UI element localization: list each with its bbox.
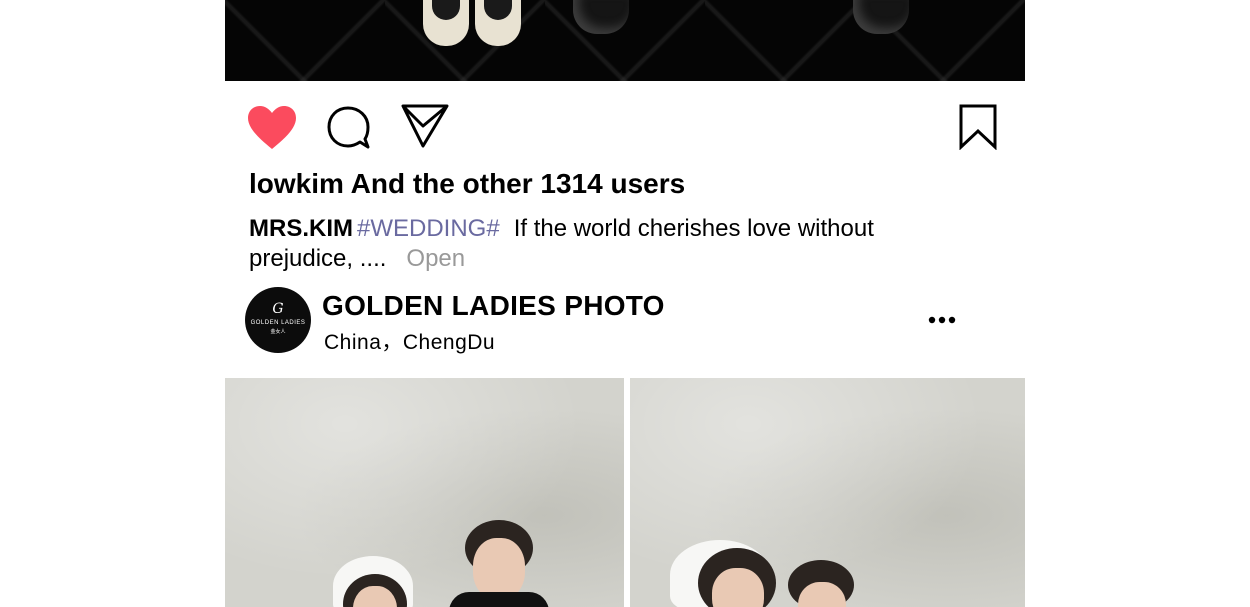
- caption-open-link[interactable]: Open: [406, 245, 465, 272]
- groom-shoe-right: [853, 0, 909, 34]
- send-icon[interactable]: [401, 104, 449, 148]
- post-location[interactable]: China，ChengDu: [324, 326, 495, 356]
- bride-face: [712, 568, 764, 607]
- bookmark-icon[interactable]: [959, 104, 997, 150]
- likes-summary[interactable]: lowkim And the other 1314 users: [249, 168, 685, 200]
- more-icon[interactable]: [925, 306, 961, 334]
- post-caption: MRS.KIM #WEDDING# If the world cherishes l…: [249, 214, 969, 274]
- caption-hashtag[interactable]: #WEDDING#: [357, 215, 500, 242]
- feed-post: lowkim And the other 1314 users MRS.KIM #…: [225, 0, 1025, 607]
- avatar-brand: GOLDEN LADIES: [250, 320, 306, 326]
- post-photo-right[interactable]: [630, 378, 1025, 607]
- bride-shoe-right: [475, 0, 521, 46]
- post-action-bar: [225, 100, 1025, 152]
- account-name[interactable]: GOLDEN LADIES PHOTO: [322, 290, 665, 322]
- groom-suit: [449, 592, 549, 607]
- bride-shoe-left: [423, 0, 469, 46]
- post-photo-left[interactable]: [225, 378, 624, 607]
- caption-author[interactable]: MRS.KIM: [249, 215, 353, 242]
- groom-face: [473, 538, 525, 600]
- groom-shoe-left: [573, 0, 629, 34]
- heart-icon[interactable]: [247, 105, 297, 151]
- avatar-subtitle: 金女人: [270, 329, 286, 335]
- comment-icon[interactable]: [326, 105, 372, 151]
- avatar[interactable]: G GOLDEN LADIES 金女人: [245, 287, 311, 353]
- logo-monogram: G: [272, 301, 284, 317]
- post-photo-top[interactable]: [225, 0, 1025, 81]
